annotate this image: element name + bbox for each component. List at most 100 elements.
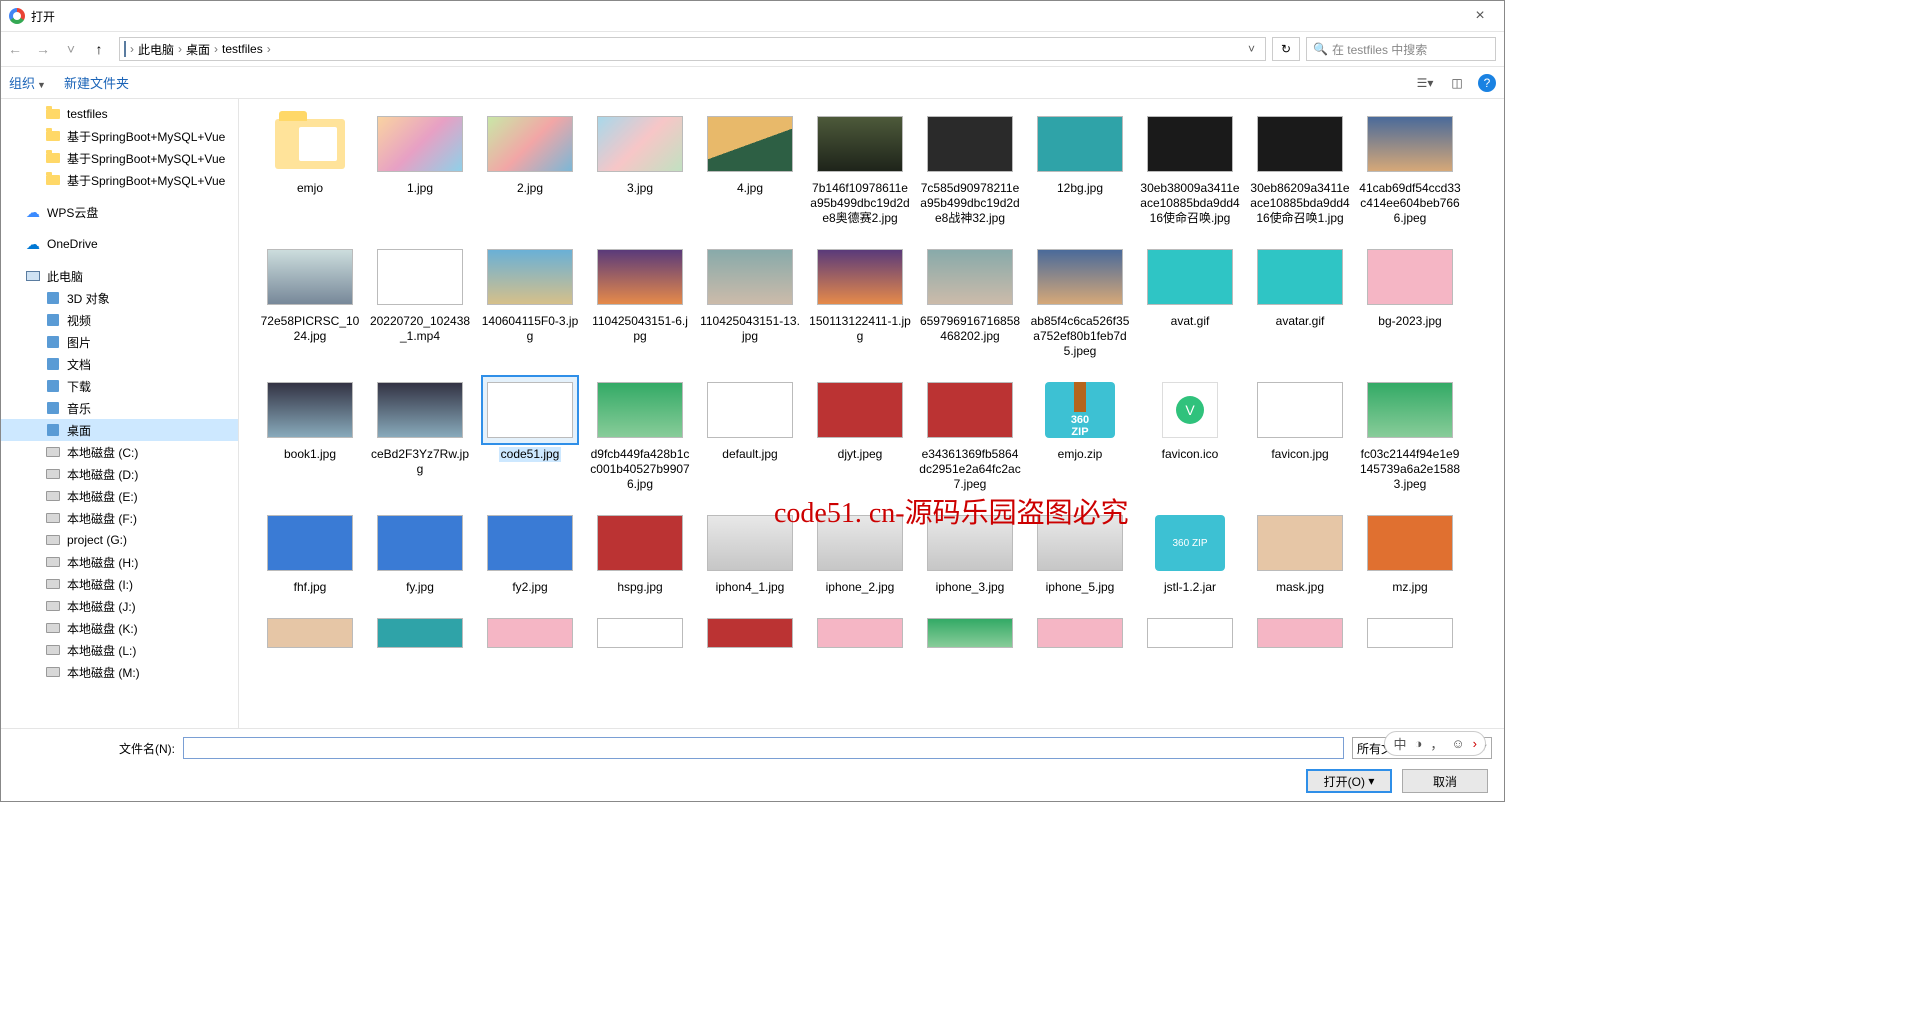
tree-item[interactable]: 视频 — [1, 309, 238, 331]
tree-item[interactable]: 此电脑 — [1, 265, 238, 287]
tree-item[interactable]: 本地磁盘 (I:) — [1, 573, 238, 595]
file-item[interactable]: 1.jpg — [365, 111, 475, 226]
file-item[interactable]: 7b146f10978611ea95b499dbc19d2de8奥德赛2.jpg — [805, 111, 915, 226]
file-item[interactable]: ceBd2F3Yz7Rw.jpg — [365, 377, 475, 492]
tree-item[interactable]: testfiles — [1, 103, 238, 125]
file-item[interactable] — [805, 613, 915, 657]
file-item[interactable]: iphone_5.jpg — [1025, 510, 1135, 595]
file-item[interactable]: avatar.gif — [1245, 244, 1355, 359]
nav-recent-button[interactable]: ˅ — [57, 35, 85, 63]
file-grid[interactable]: code51. cn-源码乐园盗图必究 emjo1.jpg2.jpg3.jpg4… — [239, 99, 1504, 728]
tree-item[interactable]: 本地磁盘 (E:) — [1, 485, 238, 507]
file-item[interactable]: book1.jpg — [255, 377, 365, 492]
file-item[interactable]: iphone_2.jpg — [805, 510, 915, 595]
tree-item[interactable]: 本地磁盘 (J:) — [1, 595, 238, 617]
tree-item[interactable]: 本地磁盘 (M:) — [1, 661, 238, 683]
file-item[interactable] — [255, 613, 365, 657]
file-item[interactable]: 2.jpg — [475, 111, 585, 226]
file-item[interactable]: 30eb38009a3411eace10885bda9dd416使命召唤.jpg — [1135, 111, 1245, 226]
file-item[interactable]: e34361369fb5864dc2951e2a64fc2ac7.jpeg — [915, 377, 1025, 492]
tree-item[interactable]: 本地磁盘 (H:) — [1, 551, 238, 573]
search-input[interactable]: 🔍 在 testfiles 中搜索 — [1306, 37, 1496, 61]
tree-item[interactable]: 音乐 — [1, 397, 238, 419]
tree-item[interactable]: 图片 — [1, 331, 238, 353]
file-item[interactable]: 20220720_102438_1.mp4 — [365, 244, 475, 359]
preview-pane-button[interactable]: ◫ — [1446, 72, 1468, 94]
file-item[interactable]: iphone_3.jpg — [915, 510, 1025, 595]
file-item[interactable]: 110425043151-13.jpg — [695, 244, 805, 359]
file-item[interactable] — [1025, 613, 1135, 657]
file-item[interactable]: 3.jpg — [585, 111, 695, 226]
file-item[interactable]: hspg.jpg — [585, 510, 695, 595]
filename-input[interactable] — [183, 737, 1344, 759]
tree-item[interactable]: 本地磁盘 (F:) — [1, 507, 238, 529]
file-item[interactable] — [1355, 613, 1465, 657]
file-item[interactable]: mz.jpg — [1355, 510, 1465, 595]
file-item[interactable]: favicon.jpg — [1245, 377, 1355, 492]
file-item[interactable]: 30eb86209a3411eace10885bda9dd416使命召唤1.jp… — [1245, 111, 1355, 226]
tree-item[interactable]: 文档 — [1, 353, 238, 375]
tree-item[interactable]: 桌面 — [1, 419, 238, 441]
file-item[interactable] — [365, 613, 475, 657]
file-item[interactable]: 360 ZIPjstl-1.2.jar — [1135, 510, 1245, 595]
file-item[interactable]: 12bg.jpg — [1025, 111, 1135, 226]
file-item[interactable]: mask.jpg — [1245, 510, 1355, 595]
new-folder-button[interactable]: 新建文件夹 — [64, 73, 129, 92]
file-item[interactable]: 7c585d90978211ea95b499dbc19d2de8战神32.jpg — [915, 111, 1025, 226]
refresh-button[interactable]: ↻ — [1272, 37, 1300, 61]
file-item[interactable]: djyt.jpeg — [805, 377, 915, 492]
file-item[interactable]: 360ZIPemjo.zip — [1025, 377, 1135, 492]
open-button[interactable]: 打开(O) ▾ — [1306, 769, 1392, 793]
sidebar-tree[interactable]: testfiles基于SpringBoot+MySQL+Vue基于SpringB… — [1, 99, 239, 728]
organize-menu[interactable]: 组织▼ — [9, 73, 46, 92]
file-item[interactable]: fy2.jpg — [475, 510, 585, 595]
cancel-button[interactable]: 取消 — [1402, 769, 1488, 793]
tree-item[interactable]: ☁OneDrive — [1, 233, 238, 255]
file-item[interactable]: fy.jpg — [365, 510, 475, 595]
tree-item[interactable]: 3D 对象 — [1, 287, 238, 309]
file-item[interactable]: avat.gif — [1135, 244, 1245, 359]
file-item[interactable]: emjo — [255, 111, 365, 226]
breadcrumb-dropdown[interactable]: ˅ — [1242, 42, 1261, 56]
file-item[interactable]: ab85f4c6ca526f35a752ef80b1feb7d5.jpeg — [1025, 244, 1135, 359]
file-item[interactable]: fc03c2144f94e1e9145739a6a2e15883.jpeg — [1355, 377, 1465, 492]
ime-language-bar[interactable]: 中 ◑ ， ☺ › — [1384, 731, 1486, 756]
breadcrumb-seg[interactable]: testfiles — [222, 42, 263, 56]
file-item[interactable]: code51.jpg — [475, 377, 585, 492]
close-button[interactable]: × — [1460, 7, 1500, 25]
file-item[interactable] — [1135, 613, 1245, 657]
file-item[interactable]: 72e58PICRSC_1024.jpg — [255, 244, 365, 359]
file-item[interactable]: fhf.jpg — [255, 510, 365, 595]
file-item[interactable]: 41cab69df54ccd33c414ee604beb7666.jpeg — [1355, 111, 1465, 226]
file-item[interactable]: Vfavicon.ico — [1135, 377, 1245, 492]
breadcrumb[interactable]: › 此电脑 › 桌面 › testfiles › ˅ — [119, 37, 1266, 61]
file-item[interactable]: 150113122411-1.jpg — [805, 244, 915, 359]
file-item[interactable]: bg-2023.jpg — [1355, 244, 1465, 359]
tree-item[interactable]: 基于SpringBoot+MySQL+Vue — [1, 125, 238, 147]
file-item[interactable]: 110425043151-6.jpg — [585, 244, 695, 359]
tree-item[interactable]: 下载 — [1, 375, 238, 397]
file-item[interactable]: 140604115F0-3.jpg — [475, 244, 585, 359]
file-item[interactable]: d9fcb449fa428b1cc001b40527b99076.jpg — [585, 377, 695, 492]
tree-item[interactable]: 本地磁盘 (D:) — [1, 463, 238, 485]
nav-up-button[interactable]: ↑ — [85, 35, 113, 63]
file-item[interactable] — [1245, 613, 1355, 657]
tree-item[interactable]: 基于SpringBoot+MySQL+Vue — [1, 169, 238, 191]
breadcrumb-seg[interactable]: 此电脑 — [138, 41, 174, 58]
file-item[interactable] — [585, 613, 695, 657]
tree-item[interactable]: 本地磁盘 (C:) — [1, 441, 238, 463]
breadcrumb-seg[interactable]: 桌面 — [186, 41, 210, 58]
tree-item[interactable]: 本地磁盘 (K:) — [1, 617, 238, 639]
file-item[interactable]: iphon4_1.jpg — [695, 510, 805, 595]
tree-item[interactable]: 本地磁盘 (L:) — [1, 639, 238, 661]
help-button[interactable]: ? — [1478, 74, 1496, 92]
file-item[interactable] — [695, 613, 805, 657]
tree-item[interactable]: project (G:) — [1, 529, 238, 551]
file-item[interactable]: 4.jpg — [695, 111, 805, 226]
nav-back-button[interactable]: ← — [1, 35, 29, 63]
file-item[interactable]: default.jpg — [695, 377, 805, 492]
tree-item[interactable]: 基于SpringBoot+MySQL+Vue — [1, 147, 238, 169]
nav-forward-button[interactable]: → — [29, 35, 57, 63]
tree-item[interactable]: ☁WPS云盘 — [1, 201, 238, 223]
file-item[interactable] — [915, 613, 1025, 657]
